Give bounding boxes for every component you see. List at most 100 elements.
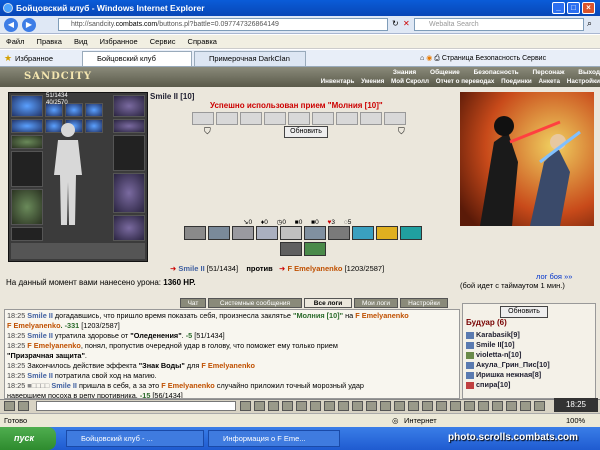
toolbar-icon[interactable] [18, 401, 29, 411]
refresh-button[interactable]: Обновить [284, 126, 328, 138]
toolbar-icon[interactable] [436, 401, 447, 411]
log-actor[interactable]: Smile II [27, 371, 53, 380]
toolbar-icon[interactable] [394, 401, 405, 411]
url-input[interactable]: http://sandcity.combats.com/buttons.pl?b… [58, 18, 388, 31]
toolbar-icon[interactable] [366, 401, 377, 411]
toolbar-icon[interactable] [380, 401, 391, 411]
toolbar-icon[interactable] [408, 401, 419, 411]
tab-chat[interactable]: Чат [180, 298, 206, 308]
start-button[interactable]: пуск [0, 427, 56, 450]
chat-input[interactable] [36, 401, 236, 411]
equip-slot-shield[interactable] [113, 135, 145, 171]
room-member[interactable]: Иришка нежная[8] [466, 370, 541, 380]
room-refresh-button[interactable]: Обновить [500, 306, 548, 318]
close-button[interactable]: × [582, 2, 595, 14]
equip-belt-slots[interactable] [11, 243, 145, 259]
ability-icon[interactable] [304, 226, 326, 240]
taskbar-item-info[interactable]: Информация о F Eme... [208, 430, 340, 447]
toolbar-icon[interactable] [534, 401, 545, 411]
log-actor[interactable]: Smile II [27, 311, 53, 320]
nav-knowledge[interactable]: Знания [393, 69, 416, 76]
toolbar-icon[interactable] [450, 401, 461, 411]
tab-system-messages[interactable]: Системные сообщения [208, 298, 302, 308]
zoom-level[interactable]: 100% [566, 414, 585, 428]
enemy-name[interactable]: F Emelyanenko [287, 264, 342, 273]
page-menu[interactable]: Страница [442, 55, 474, 62]
log-actor[interactable]: F Emelyanenko [27, 341, 81, 350]
tab-log-settings[interactable]: Настройки [400, 298, 448, 308]
tab-darkclan[interactable]: Примерочная DarkClan [194, 51, 306, 66]
ability-icon[interactable] [328, 226, 350, 240]
log-target[interactable]: F Emelyanenko [355, 311, 409, 320]
equip-slot-pants[interactable] [113, 173, 145, 213]
nav-exit[interactable]: Выход [578, 69, 600, 76]
toolbar-icon[interactable] [478, 401, 489, 411]
nav-scroll[interactable]: Мой Скролл [391, 78, 429, 85]
ability-icon[interactable] [280, 226, 302, 240]
print-icon[interactable]: ⎙ [434, 55, 440, 62]
member-name[interactable]: Smile II[10] [476, 340, 515, 349]
equip-slot-ring-3[interactable] [85, 103, 103, 117]
toolbar-icon[interactable] [422, 401, 433, 411]
member-name[interactable]: Иришка нежная[8] [476, 370, 541, 379]
nav-skills[interactable]: Умения [361, 78, 384, 85]
menu-edit[interactable]: Правка [37, 37, 62, 46]
equip-slot-amulet[interactable] [11, 119, 43, 133]
favorites-button[interactable]: Избранное [15, 54, 53, 63]
security-menu[interactable]: Безопасность [476, 55, 521, 62]
ability-icon[interactable] [352, 226, 374, 240]
ability-icon[interactable] [256, 226, 278, 240]
zone-cell[interactable] [360, 112, 382, 125]
ability-icon[interactable] [400, 226, 422, 240]
search-input[interactable]: Webalta Search [414, 18, 584, 31]
toolbar-icon[interactable] [338, 401, 349, 411]
toolbar-icon[interactable] [352, 401, 363, 411]
tab-my-logs[interactable]: Мои логи [354, 298, 398, 308]
ability-icon[interactable] [304, 242, 326, 256]
room-member[interactable]: Акула_Грин_Пис[10] [466, 360, 550, 370]
ability-icon[interactable] [376, 226, 398, 240]
log-target[interactable]: F Emelyanenko [161, 381, 215, 390]
zone-cell[interactable] [192, 112, 214, 125]
favorites-star-icon[interactable]: ★ [4, 53, 12, 64]
taskbar-item-fight-club[interactable]: Бойцовский клуб - ... [66, 430, 204, 447]
toolbar-icon[interactable] [464, 401, 475, 411]
home-icon[interactable]: ⌂ [420, 55, 424, 62]
room-member[interactable]: Smile II[10] [466, 340, 515, 350]
log-target[interactable]: F Emelyanenko [7, 321, 61, 330]
nav-battles[interactable]: Поединки [501, 78, 532, 85]
toolbar-icon[interactable] [506, 401, 517, 411]
equip-slot-gloves[interactable] [113, 119, 145, 133]
menu-file[interactable]: Файл [6, 37, 24, 46]
member-name[interactable]: Акула_Грин_Пис[10] [476, 360, 550, 369]
log-actor[interactable]: Smile II [27, 331, 53, 340]
toolbar-icon[interactable] [240, 401, 251, 411]
toolbar-icon[interactable] [492, 401, 503, 411]
toolbar-icon[interactable] [254, 401, 265, 411]
equip-slot-misc[interactable] [11, 227, 43, 241]
zone-cell[interactable] [264, 112, 286, 125]
menu-view[interactable]: Вид [74, 37, 88, 46]
equip-slot-boots-right[interactable] [113, 215, 145, 241]
ability-icon[interactable] [208, 226, 230, 240]
tools-menu[interactable]: Сервис [522, 55, 546, 62]
zone-cell[interactable] [216, 112, 238, 125]
stop-icon[interactable]: ✕ [403, 19, 410, 28]
toolbar-icon[interactable] [4, 401, 15, 411]
ability-icon[interactable] [280, 242, 302, 256]
equip-slot-earrings[interactable] [113, 95, 145, 117]
zone-cell[interactable] [240, 112, 262, 125]
toolbar-icon[interactable] [296, 401, 307, 411]
room-member[interactable]: спира[10] [466, 380, 510, 390]
nav-character[interactable]: Персонаж [532, 69, 564, 76]
toolbar-icon[interactable] [310, 401, 321, 411]
menu-favorites[interactable]: Избранное [100, 37, 138, 46]
toolbar-icon[interactable] [520, 401, 531, 411]
equip-slot-armor[interactable] [11, 135, 43, 149]
nav-profile[interactable]: Анкета [539, 78, 561, 85]
log-target[interactable]: F Emelyanenko [201, 361, 255, 370]
nav-inventory[interactable]: Инвентарь [321, 78, 355, 85]
menu-help[interactable]: Справка [188, 37, 217, 46]
player-name[interactable]: Smile II [178, 264, 204, 273]
toolbar-icon[interactable] [324, 401, 335, 411]
